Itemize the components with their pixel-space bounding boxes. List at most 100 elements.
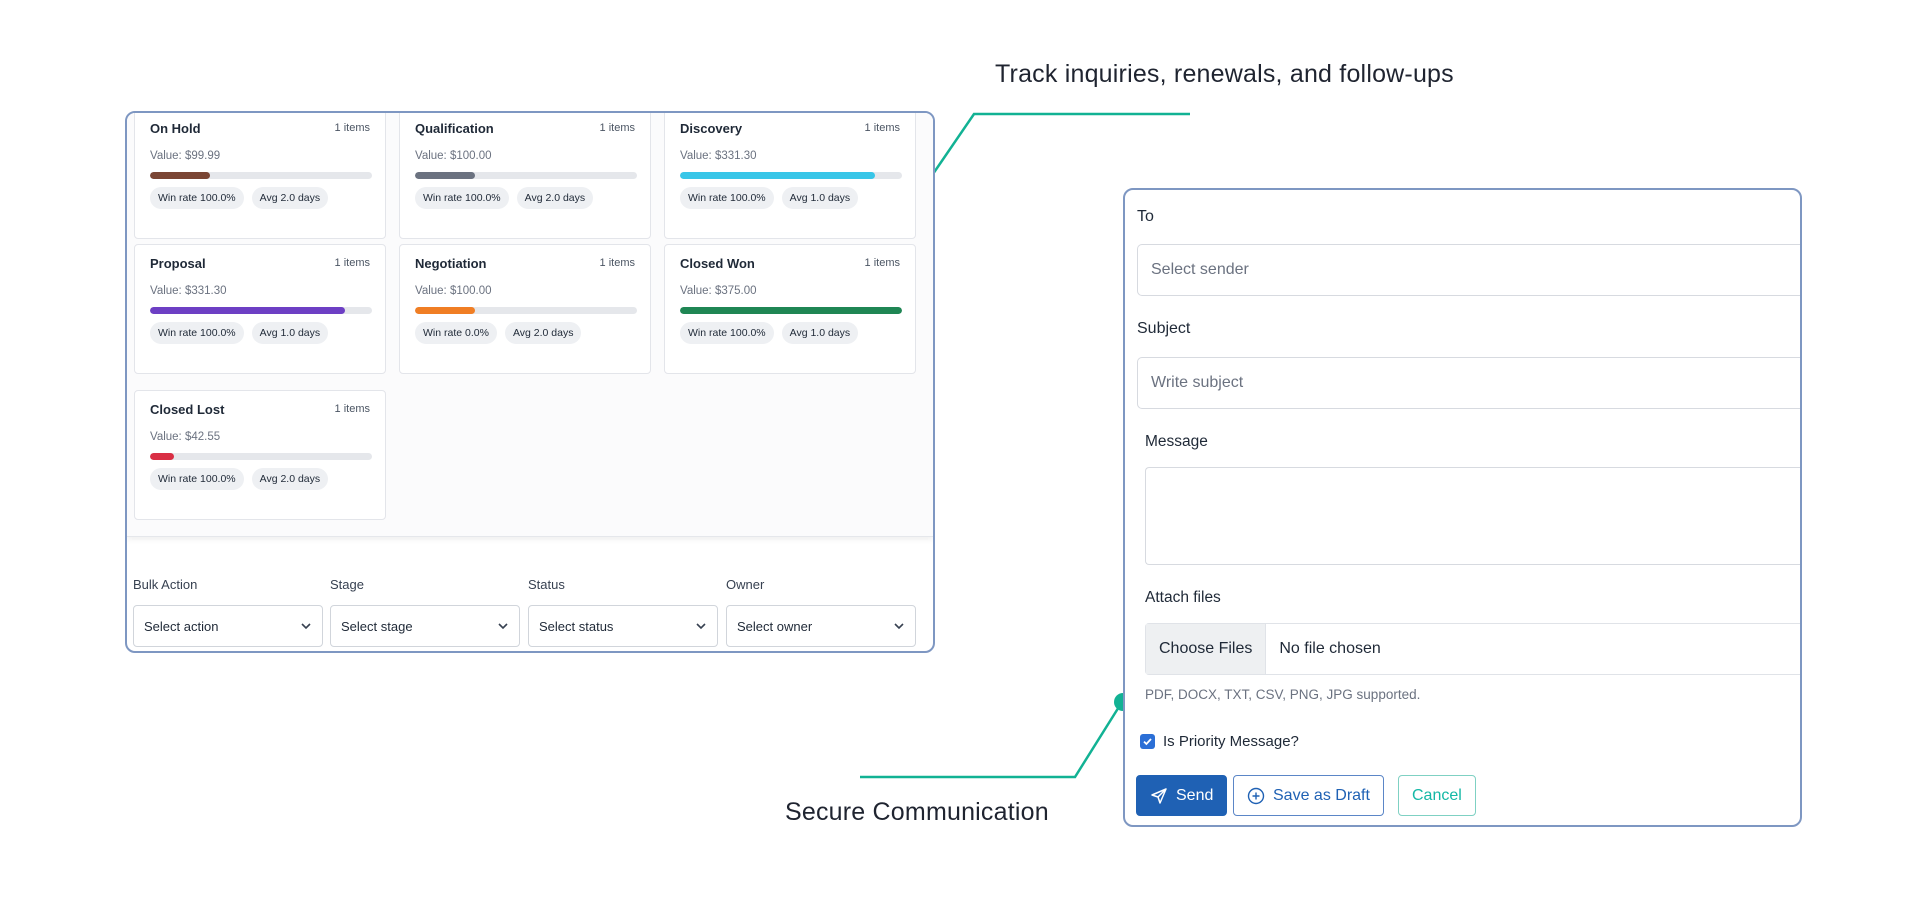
- filter-label: Bulk Action: [133, 577, 198, 592]
- filter-label: Status: [528, 577, 565, 592]
- stage-name: On Hold: [150, 120, 201, 136]
- to-sender-select[interactable]: Select sender: [1137, 244, 1800, 296]
- win-rate-chip: Win rate 100.0%: [150, 468, 244, 490]
- stage-progress-bar: [415, 307, 637, 314]
- select-value: Select owner: [737, 618, 813, 634]
- supported-formats-hint: PDF, DOCX, TXT, CSV, PNG, JPG supported.: [1145, 687, 1421, 702]
- stage-progress-bar: [680, 307, 902, 314]
- stage-count: 1 items: [334, 257, 370, 269]
- stage-value: Value: $331.30: [680, 150, 757, 162]
- select-value: Select stage: [341, 618, 413, 634]
- avg-days-chip: Avg 2.0 days: [516, 187, 594, 209]
- stage-value: Value: $99.99: [150, 150, 221, 162]
- select-value: Select status: [539, 618, 614, 634]
- save-draft-button[interactable]: Save as Draft: [1233, 775, 1384, 816]
- stage-progress-fill: [415, 172, 475, 179]
- page: Track inquiries, renewals, and follow-up…: [0, 0, 1920, 912]
- owner-filter: Owner Select owner: [726, 577, 916, 647]
- stage-count: 1 items: [864, 122, 900, 134]
- stage-name: Qualification: [415, 120, 494, 136]
- stage-progress-bar: [680, 172, 902, 179]
- win-rate-chip: Win rate 100.0%: [680, 322, 774, 344]
- stage-progress-bar: [415, 172, 637, 179]
- stage-count: 1 items: [334, 122, 370, 134]
- win-rate-chip: Win rate 0.0%: [415, 322, 497, 344]
- stage-card-discovery[interactable]: Discovery 1 items Value: $331.30 Win rate…: [664, 113, 916, 239]
- bottom-callout-line: [860, 701, 1124, 779]
- stage-card-on-hold[interactable]: On Hold 1 items Value: $99.99 Win rate 10…: [134, 113, 386, 239]
- win-rate-chip: Win rate 100.0%: [415, 187, 509, 209]
- message-panel: To Select sender Subject Write subject M…: [1123, 188, 1802, 827]
- stage-value: Value: $331.30: [150, 285, 227, 297]
- avg-days-chip: Avg 2.0 days: [251, 468, 329, 490]
- stage-name: Proposal: [150, 255, 206, 271]
- owner-select[interactable]: Select owner: [726, 605, 916, 647]
- avg-days-chip: Avg 1.0 days: [251, 322, 329, 344]
- stage-progress-fill: [680, 172, 876, 179]
- cancel-button[interactable]: Cancel: [1398, 775, 1476, 816]
- send-button[interactable]: Send: [1136, 775, 1228, 816]
- no-file-chosen-text: No file chosen: [1279, 640, 1381, 657]
- stage-card-closed-lost[interactable]: Closed Lost 1 items Value: $42.55 Win rat…: [134, 390, 386, 520]
- bulk-action-select[interactable]: Select action: [133, 605, 323, 647]
- checkmark-icon: [1143, 738, 1152, 746]
- stage-card-proposal[interactable]: Proposal 1 items Value: $331.30 Win rate …: [134, 244, 386, 374]
- stage-card-qualification[interactable]: Qualification 1 items Value: $100.00 Win …: [399, 113, 651, 239]
- attach-files-label: Attach files: [1145, 589, 1221, 606]
- file-input[interactable]: Choose Files No file chosen: [1145, 623, 1800, 675]
- chevron-down-icon: [894, 623, 904, 630]
- win-rate-chip: Win rate 100.0%: [150, 187, 244, 209]
- stage-value: Value: $42.55: [150, 431, 221, 443]
- stage-count: 1 items: [334, 403, 370, 415]
- status-select[interactable]: Select status: [528, 605, 718, 647]
- subject-input[interactable]: Write subject: [1137, 357, 1800, 409]
- send-icon: [1151, 787, 1167, 804]
- filter-label: Stage: [330, 577, 364, 592]
- stage-count: 1 items: [599, 257, 635, 269]
- stage-card-closed-won[interactable]: Closed Won 1 items Value: $375.00 Win rat…: [664, 244, 916, 374]
- stage-name: Negotiation: [415, 255, 487, 271]
- stage-value: Value: $100.00: [415, 150, 492, 162]
- caption-secure-communication: Secure Communication: [785, 798, 1049, 826]
- save-draft-label: Save as Draft: [1273, 786, 1370, 804]
- bulk-filter-row: Bulk Action Select action Stage Select s…: [133, 577, 929, 647]
- chevron-down-icon: [301, 623, 311, 630]
- message-label: Message: [1145, 433, 1208, 450]
- avg-days-chip: Avg 1.0 days: [781, 187, 859, 209]
- stage-progress-fill: [680, 307, 902, 314]
- win-rate-chip: Win rate 100.0%: [150, 322, 244, 344]
- stage-progress-fill: [150, 453, 175, 460]
- pipeline-panel: On Hold 1 items Value: $99.99 Win rate 10…: [125, 111, 935, 653]
- caption-track-inquiries: Track inquiries, renewals, and follow-up…: [995, 60, 1454, 88]
- stage-value: Value: $375.00: [680, 285, 757, 297]
- win-rate-chip: Win rate 100.0%: [680, 187, 774, 209]
- stage-count: 1 items: [864, 257, 900, 269]
- to-label: To: [1137, 208, 1154, 225]
- stage-filter: Stage Select stage: [330, 577, 520, 647]
- choose-files-button[interactable]: Choose Files: [1146, 624, 1267, 674]
- avg-days-chip: Avg 2.0 days: [504, 322, 582, 344]
- stage-select[interactable]: Select stage: [330, 605, 520, 647]
- select-value: Select action: [144, 618, 219, 634]
- message-textarea[interactable]: [1145, 467, 1800, 565]
- stage-value: Value: $100.00: [415, 285, 492, 297]
- priority-checkbox[interactable]: [1140, 734, 1155, 749]
- stage-count: 1 items: [599, 122, 635, 134]
- filter-label: Owner: [726, 577, 765, 592]
- stage-progress-fill: [150, 307, 346, 314]
- stage-progress-bar: [150, 172, 372, 179]
- stage-card-negotiation[interactable]: Negotiation 1 items Value: $100.00 Win ra…: [399, 244, 651, 374]
- stage-name: Discovery: [680, 120, 743, 136]
- status-filter: Status Select status: [528, 577, 718, 647]
- avg-days-chip: Avg 2.0 days: [251, 187, 329, 209]
- subject-label: Subject: [1137, 320, 1191, 337]
- chevron-down-icon: [498, 623, 508, 630]
- bulk-action-filter: Bulk Action Select action: [133, 577, 323, 647]
- stage-progress-fill: [150, 172, 210, 179]
- send-label: Send: [1176, 786, 1214, 804]
- cancel-label: Cancel: [1412, 786, 1462, 804]
- stage-progress-bar: [150, 453, 372, 460]
- priority-checkbox-row[interactable]: Is Priority Message?: [1140, 733, 1299, 750]
- stage-progress-fill: [415, 307, 475, 314]
- top-callout-line: [920, 112, 1190, 191]
